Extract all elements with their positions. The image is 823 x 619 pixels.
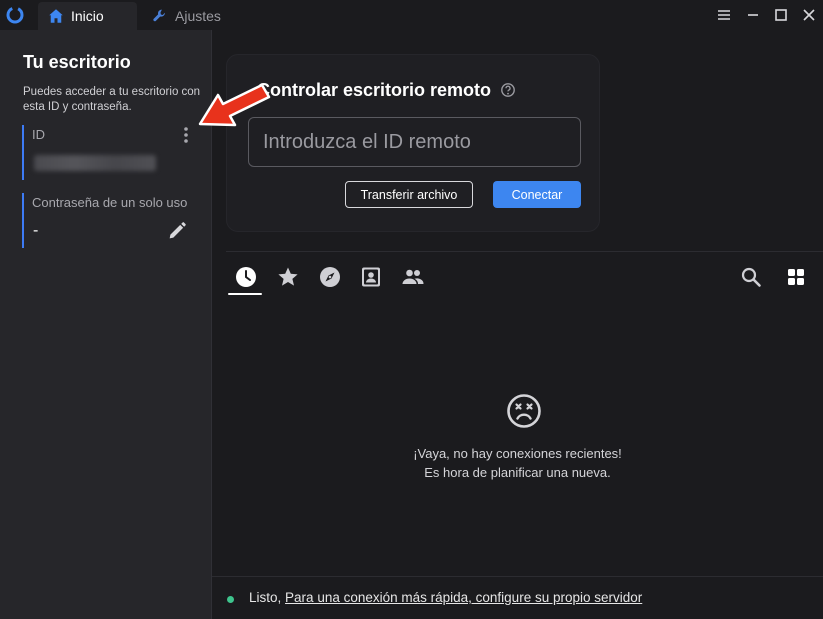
tab-settings[interactable]: Ajustes [142,2,254,30]
active-tab-indicator [228,293,262,295]
password-value: - [33,222,39,239]
help-icon[interactable] [500,82,516,98]
home-icon [49,9,63,23]
maximize-icon[interactable] [773,7,789,23]
menu-icon[interactable] [716,7,732,23]
close-icon[interactable] [801,7,817,23]
id-label: ID [32,127,45,142]
rustdesk-logo-icon [6,6,24,24]
grid-view-icon[interactable] [784,265,808,289]
id-field: ID [22,125,194,180]
remote-id-input[interactable] [248,117,581,167]
wrench-icon [153,9,165,22]
tab-home-label: Inicio [71,8,104,24]
transfer-file-button[interactable]: Transferir archivo [345,181,473,208]
tab-settings-label: Ajustes [175,8,221,24]
section-divider [226,251,823,252]
discovered-compass-icon[interactable] [318,265,342,289]
minimize-icon[interactable] [745,7,761,23]
control-remote-title: Controlar escritorio remoto [257,80,492,100]
title-bar: Inicio Ajustes [0,0,823,30]
search-icon[interactable] [739,265,763,289]
id-value-blurred[interactable] [34,155,156,171]
favorites-star-icon[interactable] [276,265,300,289]
status-ready-dot [227,596,234,603]
edit-pencil-icon[interactable] [166,220,188,242]
configure-server-link[interactable]: Para una conexión más rápida, configure … [285,590,642,605]
no-connections-face-icon [507,394,541,428]
your-desktop-description: Puedes acceder a tu escritorio con esta … [23,86,201,113]
your-desktop-title: Tu escritorio [23,52,131,72]
status-text: Listo, Para una conexión más rápida, con… [249,590,642,605]
password-label: Contraseña de un solo uso [32,195,188,210]
red-arrow-annotation [198,83,271,127]
status-bar: Listo, Para una conexión más rápida, con… [212,576,823,619]
empty-state-line-2: Es hora de planificar una nueva. [424,465,611,480]
connect-button[interactable]: Conectar [493,181,581,208]
control-remote-desktop-card: Controlar escritorio remoto Transferir a… [226,54,600,232]
address-book-icon[interactable] [359,265,383,289]
tab-home[interactable]: Inicio [38,2,137,30]
status-state: Listo, [249,590,282,605]
recent-sessions-clock-icon[interactable] [234,265,258,289]
empty-state-message: ¡Vaya, no hay conexiones recientes! Es h… [212,444,823,482]
group-people-icon[interactable] [401,265,425,289]
empty-state-line-1: ¡Vaya, no hay conexiones recientes! [413,446,622,461]
one-time-password-field: Contraseña de un solo uso - [22,193,194,248]
your-desktop-panel: Tu escritorio Puedes acceder a tu escrit… [0,30,212,619]
